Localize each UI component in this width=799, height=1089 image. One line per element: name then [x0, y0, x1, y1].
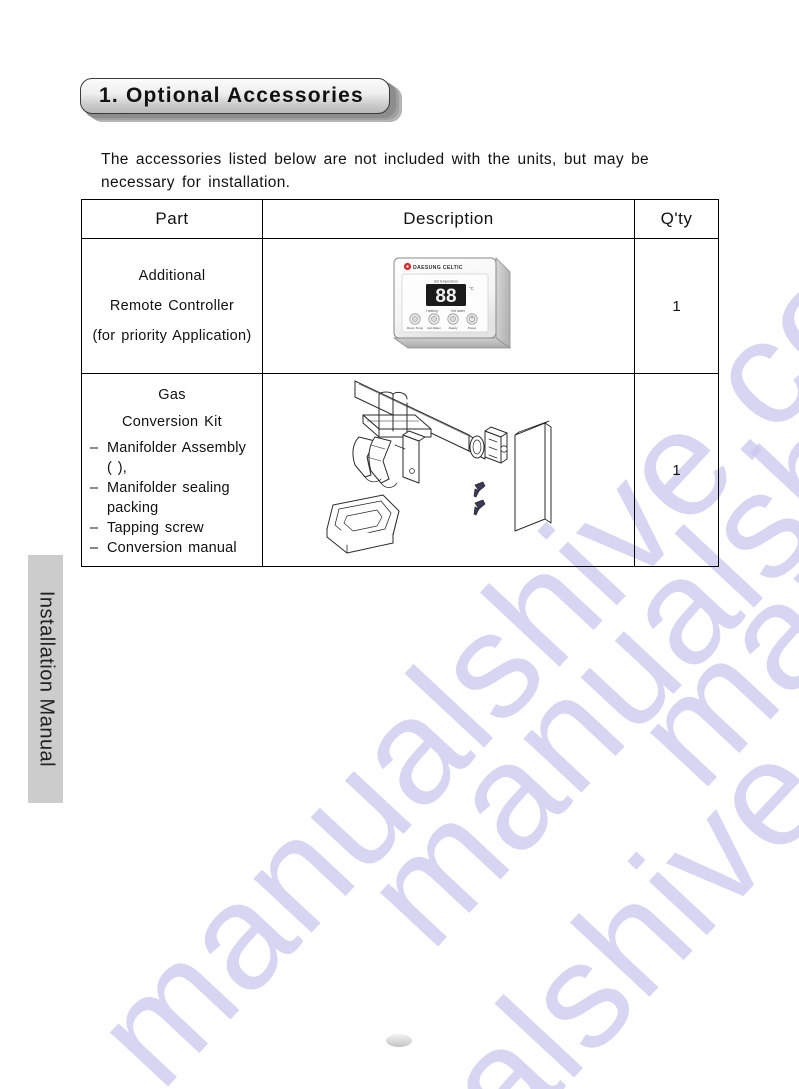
column-header-part: Part [81, 199, 263, 239]
qty-cell: 1 [634, 238, 719, 374]
side-tab-label: Installation Manual [35, 590, 57, 768]
section-header-badge: 1. Optional Accessories [80, 78, 410, 124]
list-item: – Conversion manual [90, 538, 262, 558]
dash-bullet-icon: – [90, 440, 99, 456]
badge-body: 1. Optional Accessories [80, 78, 390, 114]
display-left-label: Heating [426, 309, 438, 313]
page-number-marker [386, 1034, 412, 1047]
dash-bullet-icon: – [90, 480, 99, 496]
table-row: Additional Remote Controller (for priori… [81, 238, 719, 374]
button-hot-water: Hot Water [427, 312, 440, 330]
part-cell-gas-conversion-kit: Gas Conversion Kit – Manifolder Assembly … [81, 373, 263, 567]
description-cell-gas-conversion-kit [262, 373, 635, 567]
conversion-manual-booklet [514, 420, 551, 532]
svg-text:Power: Power [467, 326, 476, 330]
manual-page: manualshive.com manualshive.com manualsh… [0, 0, 799, 1089]
list-item-label: ( ), [107, 460, 128, 476]
table-row: Gas Conversion Kit – Manifolder Assembly … [81, 373, 719, 567]
display-right-label: Hot water [450, 309, 465, 313]
intro-paragraph: The accessories listed below are not inc… [101, 151, 650, 191]
button-power: Power [465, 312, 478, 330]
accessories-table: Part Description Q'ty Additional Remote … [81, 199, 719, 567]
qty-cell: 1 [634, 373, 719, 567]
svg-text:Ready: Ready [448, 326, 457, 330]
kit-title-line: Conversion Kit [122, 414, 222, 430]
table-header-row: Part Description Q'ty [81, 199, 719, 239]
remote-controller-illustration: DAESUNG CELTIC Set temperature 88 °C Hea… [392, 256, 511, 349]
list-item-label: Manifolder sealing [107, 480, 230, 496]
part-line: (for priority Application) [92, 328, 252, 344]
section-title: 1. Optional Accessories [99, 84, 364, 107]
list-item: – Manifolder Assembly [90, 438, 262, 458]
dash-bullet-icon: – [90, 520, 99, 536]
list-item-label: packing [107, 500, 159, 516]
brand-logo-icon [403, 262, 411, 270]
part-line: Remote Controller [109, 298, 235, 314]
display-top-label: Set temperature [433, 279, 457, 283]
display-value: 88 [435, 286, 456, 307]
kit-item-list: – Manifolder Assembly ( ), – Manifolder se… [82, 438, 262, 558]
part-cell-remote-controller: Additional Remote Controller (for priori… [81, 238, 263, 374]
side-tab-installation-manual: Installation Manual [28, 555, 63, 803]
list-item: – Tapping screw [90, 518, 262, 538]
brand-logo-text: DAESUNG CELTIC [413, 265, 463, 271]
button-ready: Ready [446, 312, 459, 330]
part-line: Additional [138, 268, 206, 284]
description-cell-remote-controller: DAESUNG CELTIC Set temperature 88 °C Hea… [262, 238, 635, 374]
tapping-screw [473, 499, 485, 516]
svg-text:Hot Water: Hot Water [427, 326, 440, 330]
svg-text:Room Temp: Room Temp [406, 326, 422, 330]
list-item-label: Manifolder Assembly [107, 440, 247, 456]
list-item: packing [90, 498, 262, 518]
gas-conversion-kit-illustration [326, 380, 551, 554]
manifold-end-fitting [484, 426, 508, 464]
kit-title-line: Gas [158, 387, 186, 403]
list-item: – Manifolder sealing [90, 478, 262, 498]
manifold-sealing-packing [326, 494, 399, 554]
display-unit: °C [469, 286, 474, 291]
page-content: 1. Optional Accessories The accessories … [0, 0, 799, 1089]
column-header-qty: Q'ty [634, 199, 719, 239]
list-item-label: Conversion manual [107, 540, 237, 556]
tapping-screw [473, 481, 485, 498]
list-item-label: Tapping screw [107, 520, 204, 536]
column-header-description: Description [262, 199, 635, 239]
dash-bullet-icon: – [90, 540, 99, 556]
list-item: ( ), [90, 458, 262, 478]
